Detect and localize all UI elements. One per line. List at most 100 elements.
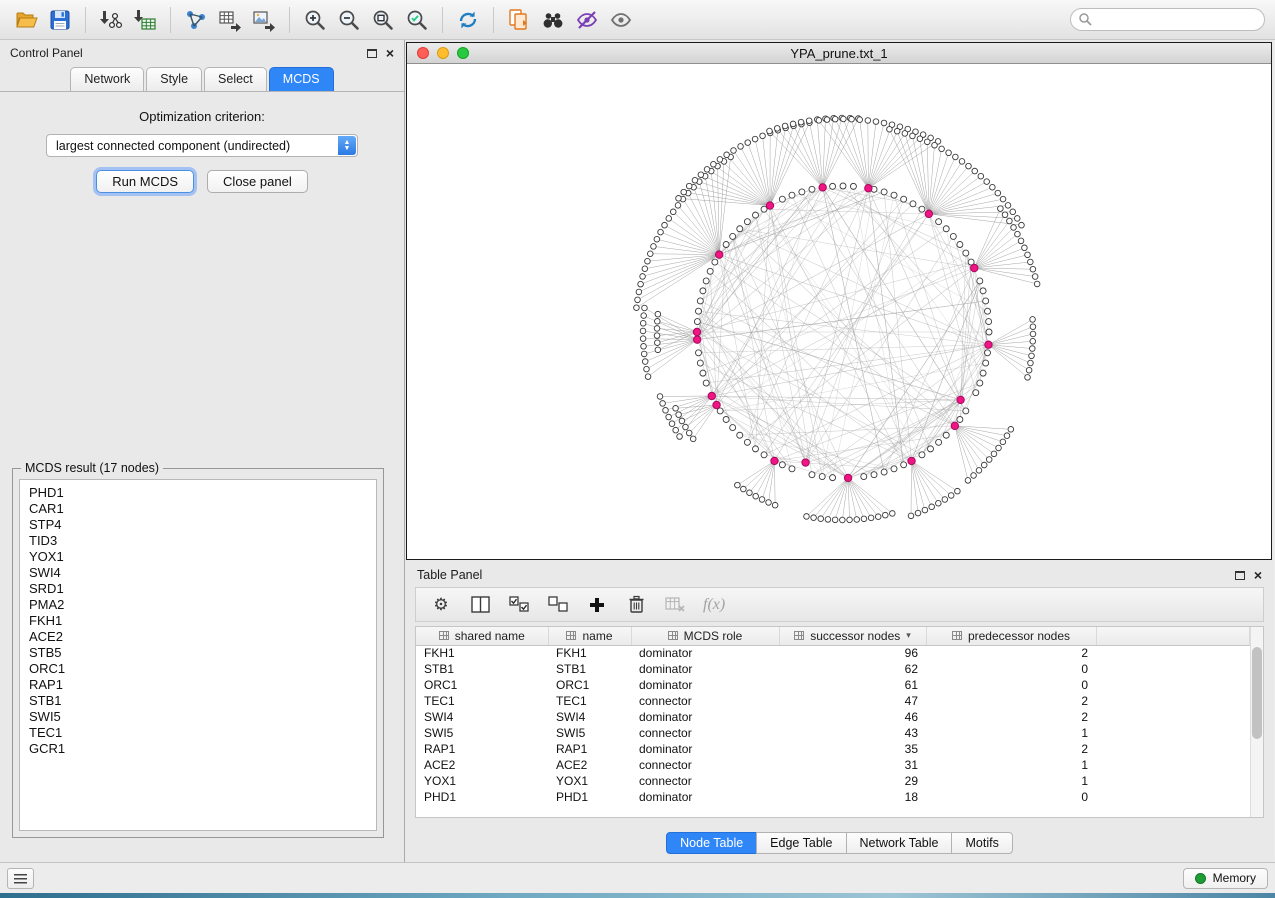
scrollbar-thumb[interactable] — [1252, 647, 1262, 739]
close-panel-icon[interactable]: × — [386, 48, 394, 58]
tab-node-table[interactable]: Node Table — [666, 832, 757, 854]
window-minimize-icon[interactable] — [437, 47, 449, 59]
table-row[interactable]: STB1STB1dominator620 — [416, 661, 1250, 677]
select-all-icon — [509, 596, 530, 614]
network-window: YPA_prune.txt_1 — [406, 42, 1272, 560]
mcds-result-item[interactable]: STB5 — [29, 645, 367, 661]
mcds-result-item[interactable]: GCR1 — [29, 741, 367, 757]
mcds-result-list[interactable]: PHD1CAR1STP4TID3YOX1SWI4SRD1PMA2FKH1ACE2… — [19, 479, 377, 831]
tab-mcds[interactable]: MCDS — [269, 67, 334, 91]
toolbar-separator — [85, 7, 86, 33]
mcds-result-item[interactable]: SWI5 — [29, 709, 367, 725]
show-columns-button[interactable] — [469, 594, 491, 616]
table-row[interactable]: PHD1PHD1dominator180 — [416, 789, 1250, 805]
mcds-result-item[interactable]: STB1 — [29, 693, 367, 709]
network-graph[interactable] — [407, 64, 1271, 559]
mcds-result-item[interactable]: CAR1 — [29, 501, 367, 517]
table-row[interactable]: YOX1YOX1connector291 — [416, 773, 1250, 789]
col-predecessor-nodes[interactable]: predecessor nodes — [926, 627, 1096, 645]
export-table-button[interactable] — [214, 4, 246, 36]
zoom-selected-button[interactable] — [401, 4, 433, 36]
memory-button[interactable]: Memory — [1183, 868, 1268, 889]
import-network-button[interactable] — [95, 4, 127, 36]
refresh-button[interactable] — [452, 4, 484, 36]
table-row[interactable]: RAP1RAP1dominator352 — [416, 741, 1250, 757]
new-network-button[interactable] — [180, 4, 212, 36]
table-row[interactable]: ACE2ACE2connector311 — [416, 757, 1250, 773]
save-button[interactable] — [44, 4, 76, 36]
cytoscape-app: Control Panel × Network Style Select MCD… — [0, 0, 1275, 893]
mcds-result-item[interactable]: ACE2 — [29, 629, 367, 645]
table-row[interactable]: FKH1FKH1dominator962 — [416, 645, 1250, 661]
col-successor-nodes[interactable]: successor nodes ▾ — [779, 627, 926, 645]
show-all-button[interactable] — [605, 4, 637, 36]
col-name[interactable]: name — [548, 627, 631, 645]
mcds-result-item[interactable]: PHD1 — [29, 485, 367, 501]
window-close-icon[interactable] — [417, 47, 429, 59]
float-panel-icon[interactable] — [1235, 571, 1245, 580]
criterion-dropdown[interactable]: largest connected component (undirected)… — [46, 134, 358, 157]
mcds-result-item[interactable]: TEC1 — [29, 725, 367, 741]
mcds-result-item[interactable]: PMA2 — [29, 597, 367, 613]
search-input[interactable] — [1070, 8, 1265, 31]
table-row[interactable]: SWI4SWI4dominator462 — [416, 709, 1250, 725]
zoom-in-button[interactable] — [299, 4, 331, 36]
table-row[interactable]: ORC1ORC1dominator610 — [416, 677, 1250, 693]
zoom-fit-button[interactable] — [367, 4, 399, 36]
function-builder-button[interactable]: f(x) — [703, 594, 725, 616]
status-menu-button[interactable] — [7, 868, 34, 889]
close-panel-icon[interactable]: × — [1254, 570, 1262, 580]
float-panel-icon[interactable] — [367, 49, 377, 58]
mcds-result-title: MCDS result (17 nodes) — [21, 461, 163, 475]
table-settings-button[interactable]: ⚙ — [430, 594, 452, 616]
zoom-out-button[interactable] — [333, 4, 365, 36]
mcds-result-item[interactable]: RAP1 — [29, 677, 367, 693]
search-binoculars-button[interactable] — [537, 4, 569, 36]
toolbar-separator — [493, 7, 494, 33]
mcds-result-item[interactable]: STP4 — [29, 517, 367, 533]
tab-select[interactable]: Select — [204, 67, 267, 91]
mcds-result-item[interactable]: FKH1 — [29, 613, 367, 629]
delete-column-button[interactable] — [625, 594, 647, 616]
export-image-button[interactable] — [248, 4, 280, 36]
col-mcds-role[interactable]: MCDS role — [631, 627, 779, 645]
table-panel-header: Table Panel × — [405, 563, 1274, 587]
tab-edge-table[interactable]: Edge Table — [756, 832, 846, 854]
tab-network-table[interactable]: Network Table — [846, 832, 953, 854]
tab-network[interactable]: Network — [70, 67, 144, 91]
tab-motifs[interactable]: Motifs — [951, 832, 1012, 854]
table-row[interactable]: TEC1TEC1connector472 — [416, 693, 1250, 709]
window-maximize-icon[interactable] — [457, 47, 469, 59]
mcds-result-group: MCDS result (17 nodes) PHD1CAR1STP4TID3Y… — [12, 468, 384, 838]
zoom-out-icon — [337, 8, 361, 32]
control-panel-title: Control Panel — [10, 46, 83, 60]
node-table: shared name name MCDS role successor n — [416, 627, 1250, 805]
mcds-result-item[interactable]: SWI4 — [29, 565, 367, 581]
select-all-button[interactable] — [508, 594, 530, 616]
clone-network-button[interactable] — [503, 4, 535, 36]
close-panel-button[interactable]: Close panel — [207, 170, 308, 193]
toolbar-separator — [289, 7, 290, 33]
run-mcds-button[interactable]: Run MCDS — [96, 170, 194, 193]
mcds-result-item[interactable]: TID3 — [29, 533, 367, 549]
hide-selected-button[interactable] — [571, 4, 603, 36]
table-row[interactable]: SWI5SWI5connector431 — [416, 725, 1250, 741]
toolbar-separator — [170, 7, 171, 33]
hide-eye-icon — [575, 8, 599, 32]
col-shared-name[interactable]: shared name — [416, 627, 548, 645]
import-table-button[interactable] — [129, 4, 161, 36]
open-folder-button[interactable] — [10, 4, 42, 36]
network-window-title: YPA_prune.txt_1 — [407, 46, 1271, 61]
mcds-result-item[interactable]: SRD1 — [29, 581, 367, 597]
mcds-result-item[interactable]: YOX1 — [29, 549, 367, 565]
fx-icon: f(x) — [703, 596, 725, 614]
tab-style[interactable]: Style — [146, 67, 202, 91]
table-toolbar: ⚙ — [415, 587, 1264, 622]
network-canvas[interactable] — [407, 64, 1271, 559]
mcds-result-item[interactable]: ORC1 — [29, 661, 367, 677]
delete-table-button[interactable] — [664, 594, 686, 616]
deselect-all-button[interactable] — [547, 594, 569, 616]
table-panel-title: Table Panel — [417, 568, 482, 582]
add-column-button[interactable] — [586, 594, 608, 616]
table-scrollbar[interactable] — [1250, 627, 1263, 817]
